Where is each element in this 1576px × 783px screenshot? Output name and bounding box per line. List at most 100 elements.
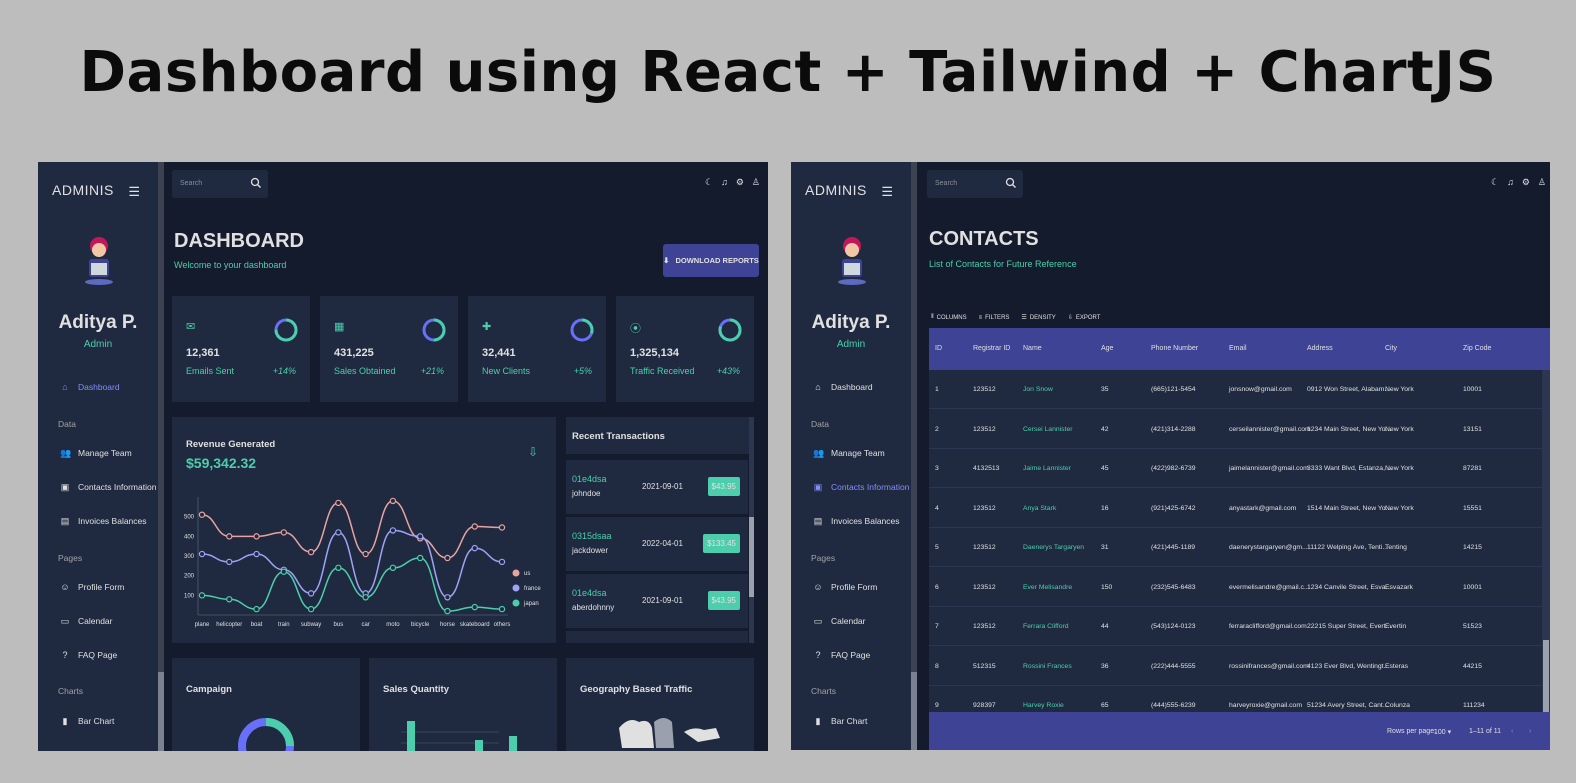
table-row[interactable]: 4 123512 Anya Stark 16 (921)425-6742 anyastar… bbox=[929, 489, 1542, 528]
sidebar-item-profile[interactable]: ☺ Profile Form bbox=[813, 582, 877, 592]
column-header[interactable]: Address bbox=[1307, 345, 1333, 352]
scrollbar-thumb[interactable] bbox=[749, 517, 754, 597]
download-icon[interactable]: ⇩ bbox=[528, 445, 538, 459]
person-add-icon: ✚ bbox=[482, 321, 492, 333]
table-row[interactable]: 1 123512 Jon Snow 35 (665)121-5454 jonsnow@gm… bbox=[929, 370, 1542, 409]
column-header[interactable]: Phone Number bbox=[1151, 345, 1198, 352]
point-of-sale-icon: ▦ bbox=[334, 321, 345, 333]
search-input[interactable]: Search bbox=[172, 170, 268, 198]
settings-icon[interactable]: ⚙ bbox=[1522, 177, 1530, 188]
person-icon[interactable]: ♙ bbox=[752, 177, 760, 188]
dashboard-subtitle: Welcome to your dashboard bbox=[174, 260, 287, 270]
table-cell: 1514 Main Street, New Yo... bbox=[1307, 504, 1392, 512]
sidebar-item-dashboard[interactable]: ⌂ Dashboard bbox=[60, 382, 119, 392]
table-cell: (444)555-6239 bbox=[1151, 702, 1196, 709]
home-icon: ⌂ bbox=[815, 382, 821, 392]
table-row[interactable]: 7 123512 Ferrara Clifford 44 (543)124-0123 fe… bbox=[929, 607, 1542, 646]
revenue-line-chart: 100 200 300 400 500 plane helicopter boat train s… bbox=[184, 497, 541, 628]
search-input[interactable]: Search bbox=[927, 170, 1023, 198]
sidebar-item-calendar[interactable]: ▭ Calendar bbox=[60, 616, 113, 626]
table-cell: 8 bbox=[935, 662, 939, 670]
column-header[interactable]: ID bbox=[935, 345, 942, 352]
notifications-icon[interactable]: ♫ bbox=[721, 177, 728, 188]
table-row[interactable]: 3 4132513 Jaime Lannister 45 (422)982-6739 ja… bbox=[929, 449, 1542, 488]
table-row[interactable]: 6 123512 Ever Melisandre 150 (232)545-6483 ev… bbox=[929, 568, 1542, 607]
table-row[interactable]: 5 123512 Daenerys Targaryen 31 (421)445-1189… bbox=[929, 528, 1542, 567]
sidebar-item-bar-chart[interactable]: ▮ Bar Chart bbox=[60, 716, 115, 726]
table-cell: 45 bbox=[1101, 465, 1109, 472]
column-header[interactable]: Registrar ID bbox=[973, 345, 1010, 352]
dark-mode-icon[interactable]: ☾ bbox=[1491, 177, 1499, 188]
table-cell: Ever Melisandre bbox=[1023, 583, 1073, 591]
data-point bbox=[226, 596, 233, 603]
sidebar-item-profile[interactable]: ☺ Profile Form bbox=[60, 582, 124, 592]
data-point bbox=[389, 564, 397, 572]
scrollbar-thumb[interactable] bbox=[1543, 640, 1549, 720]
prev-page-icon[interactable]: ‹ bbox=[1511, 728, 1513, 735]
sidebar-item-faq[interactable]: ? FAQ Page bbox=[60, 650, 117, 660]
person-icon[interactable]: ♙ bbox=[1538, 177, 1546, 188]
help-icon: ? bbox=[62, 650, 68, 660]
settings-icon[interactable]: ⚙ bbox=[736, 177, 744, 188]
y-tick-label: 100 bbox=[184, 593, 195, 599]
traffic-icon: ⦿ bbox=[630, 323, 641, 335]
column-header[interactable]: Name bbox=[1023, 345, 1042, 352]
sidebar-item-invoices[interactable]: ▤ Invoices Balances bbox=[60, 516, 147, 526]
sidebar-item-dashboard[interactable]: ⌂ Dashboard bbox=[813, 382, 872, 392]
sidebar-item-manage-team[interactable]: 👥 Manage Team bbox=[60, 448, 132, 458]
table-row[interactable]: 2 123512 Cersei Lannister 42 (421)314-2288 ce… bbox=[929, 410, 1542, 449]
rows-per-page-select[interactable]: 100 ▾ bbox=[1434, 728, 1451, 736]
receipt-icon: ▤ bbox=[813, 516, 823, 526]
section-data: Data bbox=[811, 419, 829, 429]
transactions-scrollbar[interactable] bbox=[749, 417, 754, 643]
stat-card-clients: ✚ 32,441 New Clients +5% bbox=[468, 296, 606, 402]
column-header[interactable]: Zip Code bbox=[1463, 345, 1491, 352]
filters-button[interactable]: ≡ FILTERS bbox=[979, 314, 1010, 321]
bar bbox=[475, 740, 483, 751]
user-role: Admin bbox=[83, 339, 113, 350]
menu-icon[interactable]: ☰ bbox=[881, 184, 893, 200]
sidebar-item-label: FAQ Page bbox=[831, 650, 871, 660]
sidebar-item-calendar[interactable]: ▭ Calendar bbox=[813, 616, 866, 626]
table-row[interactable]: 8 512315 Rossini Frances 36 (222)444-5555 ros… bbox=[929, 647, 1542, 686]
table-cell: 31 bbox=[1101, 544, 1109, 551]
sidebar-item-invoices[interactable]: ▤ Invoices Balances bbox=[813, 516, 900, 526]
sidebar-item-contacts[interactable]: ▣ Contacts Information bbox=[60, 482, 157, 492]
data-point bbox=[362, 550, 369, 558]
data-point bbox=[280, 529, 288, 536]
stat-increase: +5% bbox=[573, 366, 592, 376]
notifications-icon[interactable]: ♫ bbox=[1507, 177, 1514, 188]
table-cell: 4132513 bbox=[973, 465, 1000, 472]
stat-label: New Clients bbox=[482, 366, 531, 376]
columns-button[interactable]: ⦀ COLUMNS bbox=[931, 314, 967, 321]
data-point bbox=[498, 605, 506, 613]
search-icon[interactable] bbox=[250, 177, 262, 189]
data-point bbox=[498, 558, 506, 566]
transaction-id: 01e4dsa bbox=[572, 588, 607, 598]
table-cell: 65 bbox=[1101, 702, 1109, 709]
sidebar-item-manage-team[interactable]: 👥 Manage Team bbox=[813, 448, 885, 458]
stat-card-emails: ✉ 12,361 Emails Sent +14% bbox=[172, 296, 310, 402]
download-reports-button[interactable]: ⬇ DOWNLOAD REPORTS bbox=[663, 244, 759, 277]
transaction-row: 0315dsaa jackdower 2022-04-01 $133.45 bbox=[566, 517, 748, 571]
x-tick-label: bicycle bbox=[411, 622, 430, 628]
sidebar-item-label: FAQ Page bbox=[78, 650, 118, 660]
export-button[interactable]: ⇩ EXPORT bbox=[1068, 314, 1101, 322]
menu-icon[interactable]: ☰ bbox=[128, 184, 140, 200]
column-header[interactable]: Age bbox=[1101, 345, 1113, 352]
search-icon[interactable] bbox=[1005, 177, 1017, 189]
table-cell: 44 bbox=[1101, 623, 1109, 630]
sidebar-item-bar-chart[interactable]: ▮ Bar Chart bbox=[813, 716, 868, 726]
contacts-main: Search ☾ ♫ ⚙ ♙ CONTACTS List of Contacts… bbox=[917, 162, 1550, 750]
revenue-title: Revenue Generated bbox=[186, 439, 276, 450]
grid-scrollbar[interactable] bbox=[1542, 370, 1550, 720]
column-header[interactable]: Email bbox=[1229, 345, 1247, 352]
next-page-icon[interactable]: › bbox=[1529, 728, 1531, 735]
sidebar-item-contacts[interactable]: ▣ Contacts Information bbox=[813, 482, 910, 492]
transactions-header: Recent Transactions bbox=[566, 417, 754, 457]
density-button[interactable]: ☰ DENSITY bbox=[1021, 314, 1055, 322]
column-header[interactable]: City bbox=[1385, 345, 1397, 352]
dark-mode-icon[interactable]: ☾ bbox=[705, 177, 713, 188]
sidebar-item-faq[interactable]: ? FAQ Page bbox=[813, 650, 870, 660]
table-cell: Harvey Roxie bbox=[1023, 702, 1064, 709]
